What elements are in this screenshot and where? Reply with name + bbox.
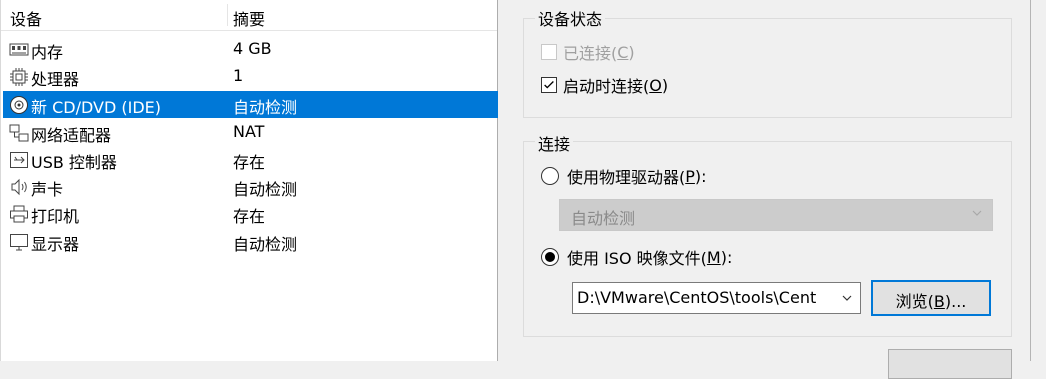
device-row-processor[interactable]: 处理器 1 — [1, 63, 498, 90]
use-physical-drive-accelerator: P — [685, 166, 695, 186]
device-list[interactable]: 设备 摘要 内存 4 GB 处理器 1 新 CD/DVD (IDE) 自动检测 — [0, 0, 498, 361]
device-status-title: 设备状态 — [535, 6, 606, 30]
column-header-device[interactable]: 设备 — [10, 6, 42, 30]
use-physical-drive-radio-button[interactable] — [541, 167, 559, 185]
connection-group: 连接 使用物理驱动器(P): 自动检测 使用 ISO 映像文件(M): D:\V… — [523, 131, 1012, 337]
panel-edge — [1030, 0, 1031, 361]
device-row-sound-card[interactable]: 声卡 自动检测 — [1, 173, 498, 200]
device-list-header: 设备 摘要 — [1, 0, 497, 31]
use-iso-image-label-end: ): — [720, 247, 733, 267]
device-name: 新 CD/DVD (IDE) — [31, 98, 161, 117]
connect-on-power-accelerator: O — [649, 75, 662, 95]
browse-text-end: )... — [944, 292, 967, 311]
browse-button[interactable]: 浏览(B)... — [871, 280, 991, 316]
connected-label-end: ) — [628, 42, 635, 62]
device-row-network-adapter[interactable]: 网络适配器 NAT — [1, 119, 498, 146]
device-summary: 自动检测 — [233, 180, 298, 199]
device-name: USB 控制器 — [31, 153, 117, 172]
usb-icon — [10, 152, 28, 168]
device-summary: 存在 — [233, 153, 266, 172]
device-name: 内存 — [31, 43, 64, 62]
advanced-button[interactable] — [888, 349, 1012, 379]
use-physical-drive-label-end: ): — [694, 166, 707, 186]
device-summary: 4 GB — [233, 39, 272, 58]
use-physical-drive-label: 使用物理驱动器( — [567, 168, 686, 187]
connected-accelerator: C — [617, 42, 629, 62]
connect-on-power-label: 启动时连接( — [563, 77, 650, 96]
column-header-summary[interactable]: 摘要 — [233, 6, 265, 30]
iso-path-value[interactable]: D:\VMware\CentOS\tools\Cent — [577, 288, 825, 307]
connection-title: 连接 — [535, 131, 574, 155]
browse-text: 浏览( — [895, 292, 934, 311]
device-status-group: 设备状态 已连接(C) 启动时连接(O) — [523, 6, 1012, 118]
checkmark-icon — [544, 81, 554, 89]
monitor-icon — [10, 234, 28, 251]
browse-accelerator: B — [933, 292, 945, 311]
connected-label: 已连接( — [563, 44, 618, 63]
device-row-printer[interactable]: 打印机 存在 — [1, 200, 498, 227]
speaker-icon — [11, 178, 27, 196]
physical-drive-select[interactable]: 自动检测 — [559, 199, 993, 231]
chevron-down-icon[interactable] — [842, 294, 852, 302]
device-summary: 自动检测 — [233, 98, 298, 117]
processor-icon — [10, 68, 28, 86]
chevron-down-icon — [972, 210, 982, 216]
use-iso-image-accelerator: M — [706, 247, 721, 267]
device-name: 打印机 — [31, 207, 80, 226]
use-iso-image-radio[interactable]: 使用 ISO 映像文件(M): — [541, 245, 732, 269]
column-separator[interactable] — [227, 4, 228, 26]
memory-icon — [9, 43, 29, 56]
device-row-usb[interactable]: USB 控制器 存在 — [1, 146, 498, 173]
device-summary: NAT — [233, 122, 265, 141]
device-summary: 自动检测 — [233, 235, 298, 254]
device-name: 显示器 — [31, 235, 80, 254]
device-name: 声卡 — [31, 180, 64, 199]
use-physical-drive-radio[interactable]: 使用物理驱动器(P): — [541, 164, 707, 188]
connected-checkbox-box[interactable] — [541, 44, 557, 60]
device-summary: 存在 — [233, 207, 266, 226]
connect-on-power-checkbox[interactable]: 启动时连接(O) — [541, 73, 668, 97]
cd-dvd-icon — [10, 96, 28, 114]
device-row-display[interactable]: 显示器 自动检测 — [1, 228, 498, 255]
device-name: 处理器 — [31, 70, 80, 89]
connected-checkbox[interactable]: 已连接(C) — [541, 40, 635, 64]
device-row-memory[interactable]: 内存 4 GB — [1, 36, 498, 63]
network-adapter-icon — [9, 124, 29, 142]
device-row-cd-dvd[interactable]: 新 CD/DVD (IDE) 自动检测 — [3, 91, 498, 118]
browse-button-label: 浏览(B)... — [873, 288, 989, 312]
device-summary: 1 — [233, 66, 244, 85]
printer-icon — [10, 205, 28, 223]
physical-drive-value: 自动检测 — [571, 209, 636, 228]
device-name: 网络适配器 — [31, 126, 112, 145]
iso-path-combobox[interactable]: D:\VMware\CentOS\tools\Cent — [572, 282, 861, 314]
use-iso-image-label: 使用 ISO 映像文件( — [567, 249, 707, 268]
connect-on-power-checkbox-box[interactable] — [541, 77, 557, 93]
connect-on-power-label-end: ) — [661, 75, 669, 95]
use-iso-image-radio-button[interactable] — [541, 248, 559, 266]
